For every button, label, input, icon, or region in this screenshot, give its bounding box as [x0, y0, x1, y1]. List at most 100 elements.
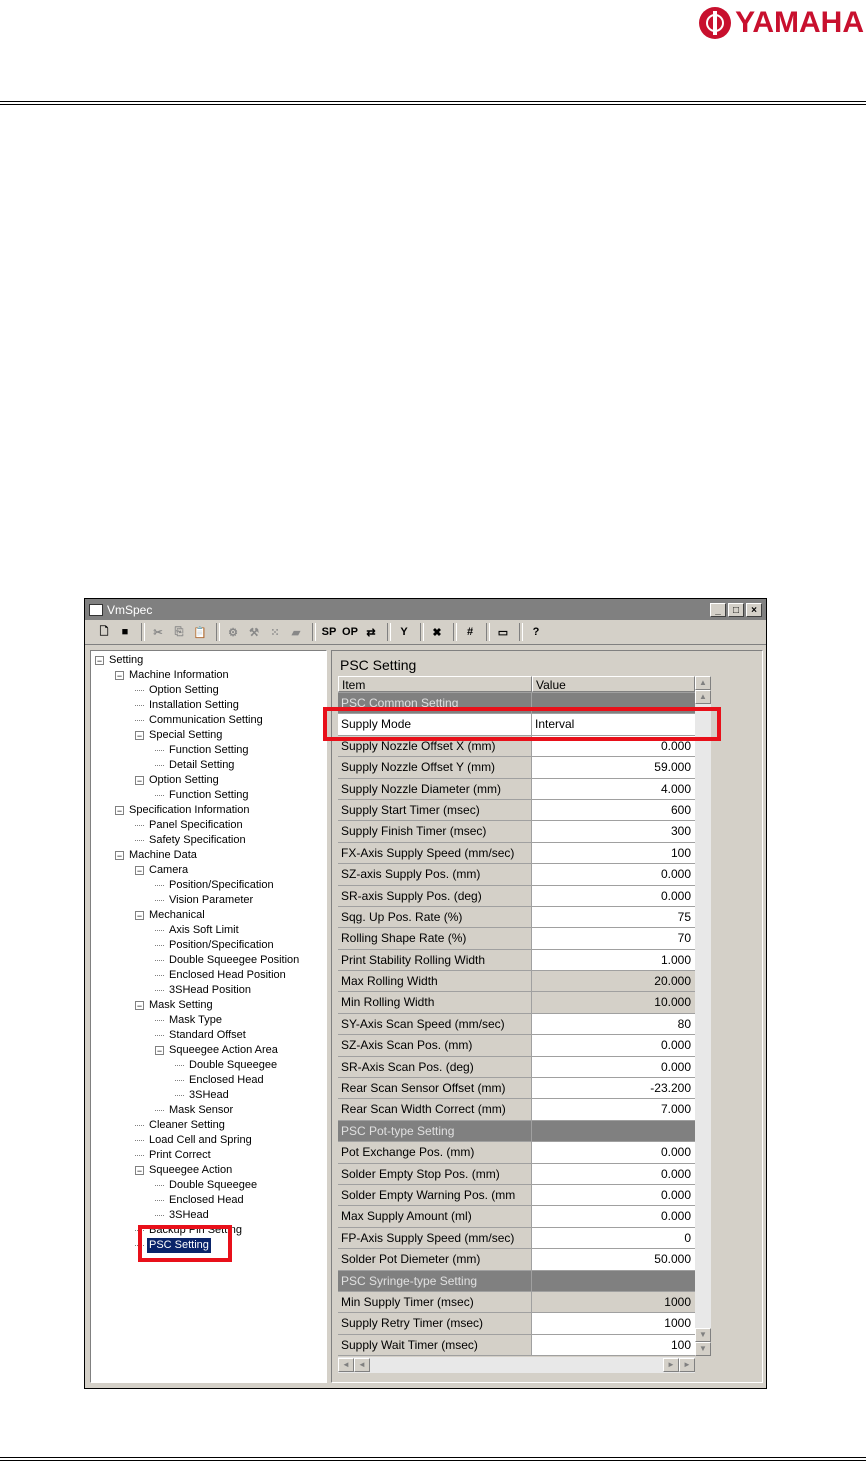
scroll-bottom-icon[interactable]: ▼ [695, 1342, 711, 1356]
grid-row[interactable]: Supply Nozzle Diameter (mm) 4.000 [338, 778, 695, 800]
collapse-icon[interactable]: − [115, 851, 124, 861]
grid-row[interactable]: Rear Scan Width Correct (mm) 7.000 [338, 1099, 695, 1121]
sp-button[interactable]: SP [320, 623, 338, 641]
tree-node[interactable]: Panel Specification [135, 818, 245, 833]
tree-node[interactable]: Vision Parameter [155, 893, 255, 908]
close-button[interactable]: × [746, 602, 762, 617]
grid-value-cell[interactable]: 59.000 [532, 757, 695, 778]
paste-icon[interactable]: 📋 [191, 623, 209, 641]
grid-row[interactable]: Max Supply Amount (ml) 0.000 [338, 1206, 695, 1228]
filter-icon[interactable]: Y [395, 623, 413, 641]
scroll-up-icon[interactable]: ▲ [695, 690, 711, 704]
grid-value-cell[interactable]: 0.000 [532, 1184, 695, 1206]
grid-row[interactable]: SZ-axis Supply Pos. (mm) 0.000 [338, 864, 695, 886]
tree-node[interactable]: Double Squeegee [155, 1178, 259, 1193]
grid-value-cell[interactable]: 300 [532, 821, 695, 842]
collapse-icon[interactable]: − [135, 866, 144, 876]
tree-node[interactable]: − Mask Setting [135, 998, 215, 1013]
tree-node[interactable]: 3SHead Position [155, 983, 253, 998]
tree-node[interactable]: Mask Sensor [155, 1103, 235, 1118]
tree-node[interactable]: − Machine Data [115, 848, 199, 863]
grid-row[interactable]: SZ-Axis Scan Pos. (mm) 0.000 [338, 1035, 695, 1057]
tree-node[interactable]: Enclosed Head [175, 1073, 266, 1088]
grid-row[interactable]: Supply Finish Timer (msec) 300 [338, 821, 695, 843]
tree-node[interactable]: − Machine Information [115, 668, 231, 683]
grid-row[interactable]: Supply Nozzle Offset Y (mm) 59.000 [338, 757, 695, 779]
tree-node[interactable]: Load Cell and Spring [135, 1133, 254, 1148]
grid-value-cell[interactable]: 1000 [532, 1291, 695, 1313]
grid-row[interactable]: Supply Start Timer (msec) 600 [338, 799, 695, 822]
grid-value-cell[interactable]: 7.000 [532, 1099, 695, 1120]
tree-node[interactable]: Installation Setting [135, 698, 241, 713]
tree-node[interactable]: 3SHead [175, 1088, 231, 1103]
tree-node[interactable]: Communication Setting [135, 713, 265, 728]
grid-value-cell[interactable]: 0.000 [532, 885, 695, 906]
tree-node[interactable]: 3SHead [155, 1208, 211, 1223]
grid-value-cell[interactable]: 1000 [532, 1313, 695, 1334]
grid-value-cell[interactable]: 0.000 [532, 1056, 695, 1078]
grid-row[interactable]: Min Supply Timer (msec) 1000 [338, 1291, 695, 1314]
grid-value-cell[interactable]: 10.000 [532, 992, 695, 1013]
tree-node[interactable]: Axis Soft Limit [155, 923, 241, 938]
tree-node[interactable]: − Option Setting [135, 773, 221, 788]
op-button[interactable]: OP [341, 623, 359, 641]
new-icon[interactable]: 🗋 [95, 623, 113, 641]
grid-value-cell[interactable]: 600 [532, 799, 695, 821]
grid-row[interactable]: SR-axis Supply Pos. (deg) 0.000 [338, 885, 695, 907]
collapse-icon[interactable]: − [115, 671, 124, 681]
tree-node[interactable]: Detail Setting [155, 758, 236, 773]
collapse-icon[interactable]: − [135, 911, 144, 921]
tree-node[interactable]: Cleaner Setting [135, 1118, 227, 1133]
grid-row[interactable]: SY-Axis Scan Speed (mm/sec) 80 [338, 1013, 695, 1036]
column-value-header[interactable]: Value [532, 676, 695, 692]
column-item-header[interactable]: Item [338, 676, 532, 692]
save-icon[interactable]: ■ [116, 623, 134, 641]
collapse-icon[interactable]: − [95, 656, 104, 666]
grid-value-cell[interactable]: -23.200 [532, 1078, 695, 1099]
grid-value-cell[interactable]: 0.000 [532, 1163, 695, 1184]
collapse-icon[interactable]: − [135, 731, 144, 741]
grid-row[interactable]: Pot Exchange Pos. (mm) 0.000 [338, 1142, 695, 1164]
grid-value-cell[interactable]: 75 [532, 906, 695, 928]
scroll-left-icon[interactable]: ◄ [354, 1358, 370, 1372]
grid-row[interactable]: Min Rolling Width 10.000 [338, 992, 695, 1014]
tree-node[interactable]: − Specification Information [115, 803, 251, 818]
grid-value-cell[interactable]: 80 [532, 1013, 695, 1035]
grid-row[interactable]: SR-Axis Scan Pos. (deg) 0.000 [338, 1056, 695, 1079]
grid-row[interactable]: Solder Empty Warning Pos. (mm 0.000 [338, 1184, 695, 1207]
help-icon[interactable]: ? [527, 623, 545, 641]
grid-value-cell[interactable]: 70 [532, 928, 695, 949]
tree-node[interactable]: Enclosed Head [155, 1193, 246, 1208]
grid-value-cell[interactable]: 20.000 [532, 971, 695, 992]
grid-value-cell[interactable]: 4.000 [532, 778, 695, 799]
grid-value-cell[interactable]: 0.000 [532, 1206, 695, 1227]
grid-value-cell[interactable]: 1.000 [532, 949, 695, 971]
tree-node[interactable]: Print Correct [135, 1148, 213, 1163]
grid-row[interactable]: FP-Axis Supply Speed (mm/sec) 0 [338, 1227, 695, 1250]
tree-node[interactable]: − Squeegee Action [135, 1163, 234, 1178]
grid-row[interactable]: Solder Empty Stop Pos. (mm) 0.000 [338, 1163, 695, 1185]
grid-row[interactable]: Print Stability Rolling Width 1.000 [338, 949, 695, 972]
tree-node[interactable]: Function Setting [155, 788, 251, 803]
pane-splitter[interactable] [327, 650, 330, 1383]
grid-row[interactable]: Supply Retry Timer (msec) 1000 [338, 1313, 695, 1335]
tree-node[interactable]: Enclosed Head Position [155, 968, 288, 983]
vertical-scrollbar[interactable]: ▲ ▲ ▼ ▼ [695, 676, 711, 1356]
cut-icon[interactable]: ✂ [149, 623, 167, 641]
collapse-icon[interactable]: − [135, 1001, 144, 1011]
folder-icon[interactable]: ▰ [287, 623, 305, 641]
grid-row[interactable]: Supply Wait Timer (msec) 100 [338, 1334, 695, 1357]
grid-row[interactable]: FX-Axis Supply Speed (mm/sec) 100 [338, 842, 695, 865]
dots-icon[interactable]: ⁙ [266, 623, 284, 641]
grid-value-cell[interactable]: 0 [532, 1227, 695, 1249]
tree-node[interactable]: − Squeegee Action Area [155, 1043, 280, 1058]
keyboard-icon[interactable]: ▭ [494, 623, 512, 641]
tree-node[interactable]: Function Setting [155, 743, 251, 758]
transfer-icon[interactable]: ⇄ [362, 623, 380, 641]
collapse-icon[interactable]: − [135, 776, 144, 786]
tree-node[interactable]: − Mechanical [135, 908, 207, 923]
settings-icon[interactable]: ⚙ [224, 623, 242, 641]
grid-value-cell[interactable]: 100 [532, 1334, 695, 1356]
grid-value-cell[interactable]: 100 [532, 842, 695, 864]
copy-icon[interactable]: ⎘ [170, 623, 188, 641]
